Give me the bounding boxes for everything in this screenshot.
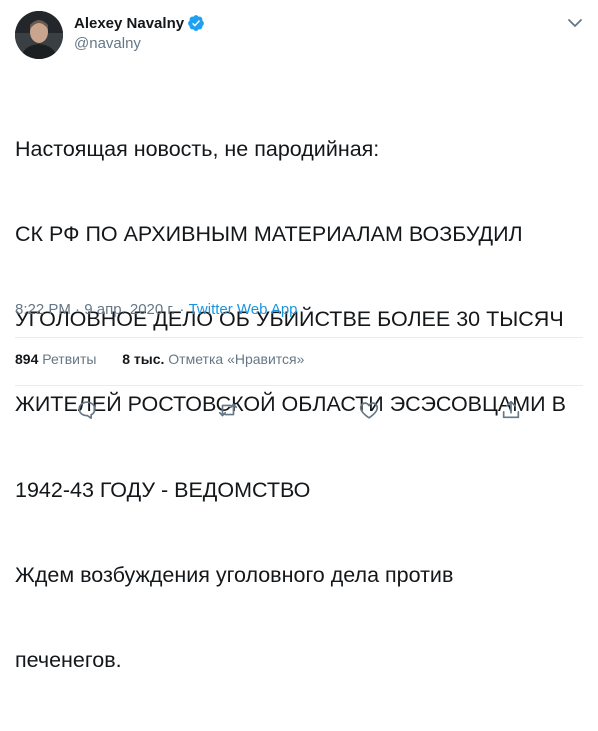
retweets-count: 894 (15, 351, 39, 367)
tweet-date[interactable]: 9 апр. 2020 г. (84, 301, 175, 318)
heart-icon[interactable] (358, 399, 382, 423)
tweet-time[interactable]: 8:22 PM (15, 301, 71, 318)
likes-stat[interactable]: 8 тыс. Отметка «Нравится» (122, 351, 304, 367)
likes-label: Отметка «Нравится» (168, 351, 305, 367)
verified-badge-icon (187, 14, 205, 32)
meta-separator: · (175, 301, 189, 318)
tweet-line: 1942-43 ГОДУ - ВЕДОМСТВО (15, 477, 311, 502)
tweet-stats: 894 Ретвиты 8 тыс. Отметка «Нравится» (15, 351, 304, 367)
avatar-photo (15, 11, 63, 59)
avatar[interactable] (15, 11, 63, 59)
retweets-label: Ретвиты (42, 351, 97, 367)
author-name[interactable]: Alexey Navalny (74, 15, 184, 32)
meta-separator: · (70, 301, 85, 318)
divider (15, 385, 583, 386)
tweet-line: Ждем возбуждения уголовного дела против (15, 562, 454, 587)
tweet-line: печенегов. (15, 648, 122, 673)
tweet-line: СК РФ ПО АРХИВНЫМ МАТЕРИАЛАМ ВОЗБУДИЛ (15, 222, 523, 247)
tweet-source-link[interactable]: Twitter Web App (189, 301, 298, 318)
share-icon[interactable] (500, 399, 524, 423)
retweets-stat[interactable]: 894 Ретвиты (15, 351, 96, 367)
likes-count: 8 тыс. (122, 351, 165, 367)
tweet-meta: 8:22 PM · 9 апр. 2020 г. · Twitter Web A… (15, 301, 298, 318)
tweet-actions (0, 399, 598, 423)
retweet-icon[interactable] (217, 399, 241, 423)
author-name-row: Alexey Navalny (74, 14, 205, 32)
chevron-down-icon[interactable] (565, 13, 585, 33)
tweet-card: Alexey Navalny @navalny Настоящая новост… (0, 0, 598, 672)
author-handle[interactable]: @navalny (74, 35, 141, 52)
reply-icon[interactable] (76, 399, 100, 423)
divider (15, 337, 583, 338)
tweet-line: Настоящая новость, не пародийная: (15, 136, 380, 161)
